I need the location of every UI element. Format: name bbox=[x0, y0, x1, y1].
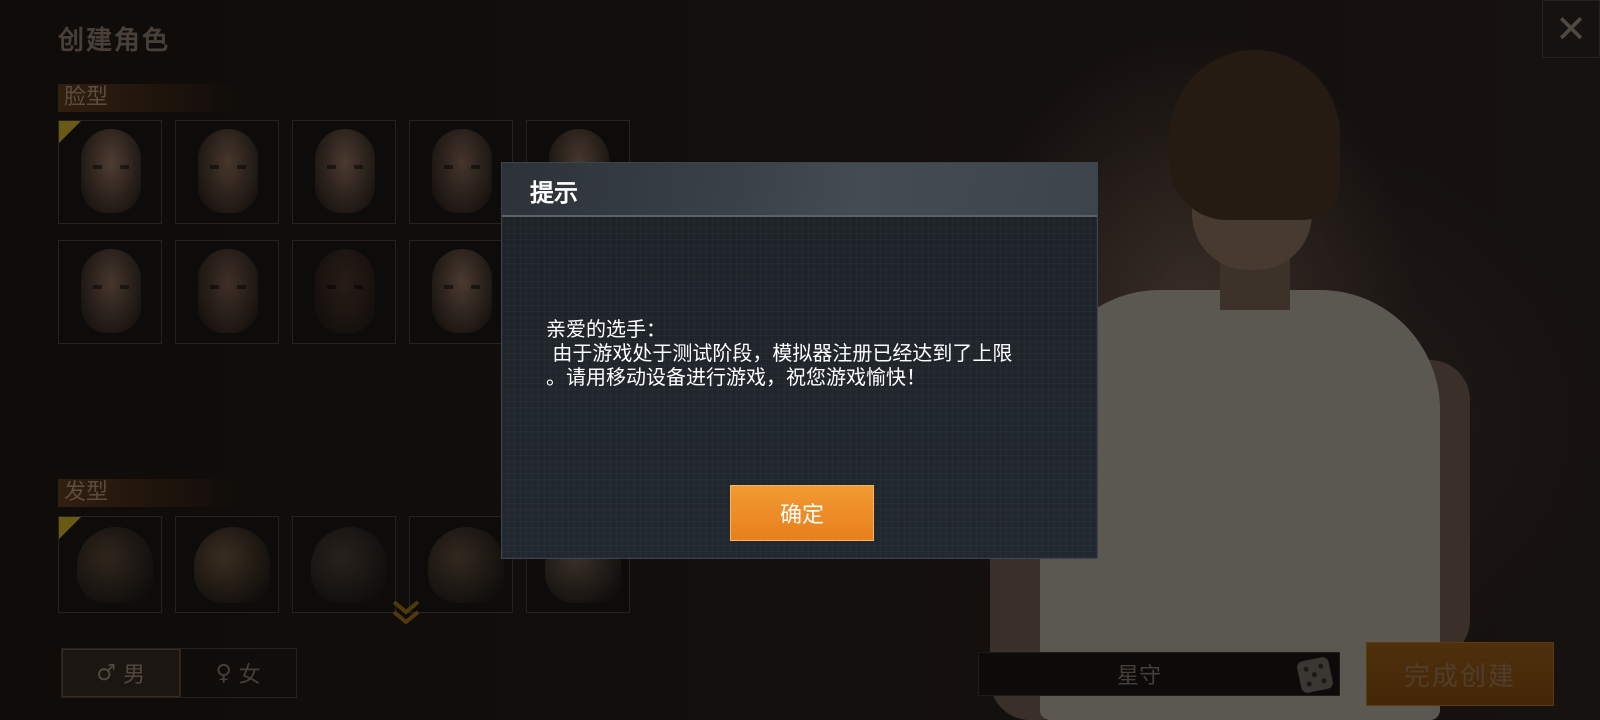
alert-dialog: 提示 亲爱的选手： 由于游戏处于测试阶段，模拟器注册已经达到了上限 。请用移动设… bbox=[501, 162, 1098, 559]
dialog-message: 亲爱的选手： 由于游戏处于测试阶段，模拟器注册已经达到了上限 。请用移动设备进行… bbox=[546, 317, 1013, 389]
dialog-header: 提示 bbox=[502, 163, 1097, 217]
dialog-title: 提示 bbox=[530, 179, 578, 207]
confirm-button[interactable]: 确定 bbox=[730, 485, 874, 541]
